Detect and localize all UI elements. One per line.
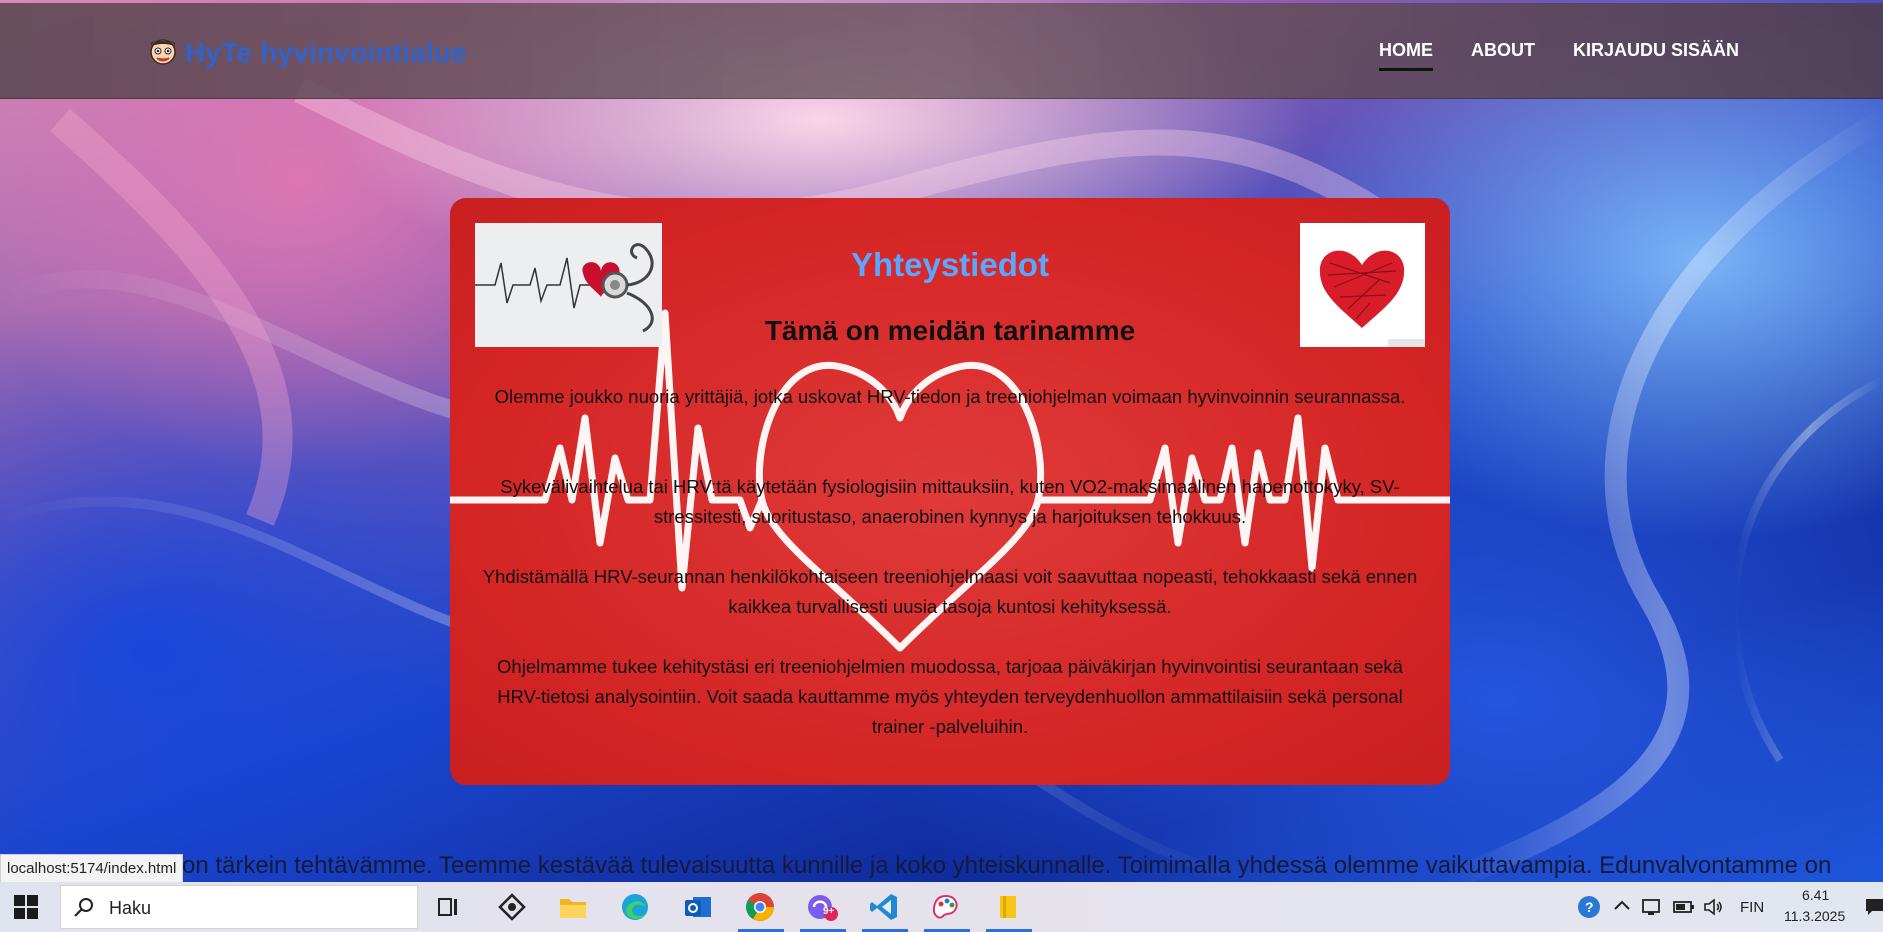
edge-icon[interactable] <box>618 890 652 924</box>
chrome-icon[interactable] <box>743 890 777 924</box>
scrolling-marquee-text: on tärkein tehtävämme. Teemme kestävää t… <box>182 852 1832 879</box>
top-navbar: HyTe hyvinvointialue HOME ABOUT KIRJAUDU… <box>0 3 1883 99</box>
notes-icon[interactable] <box>991 890 1025 924</box>
nav-links: HOME ABOUT KIRJAUDU SISÄÄN <box>1378 40 1739 71</box>
windows-taskbar: Haku 9+ ? FIN 6.41 11.3.2025 <box>0 882 1883 932</box>
nav-about-link[interactable]: ABOUT <box>1471 40 1535 61</box>
copilot-icon[interactable] <box>495 890 529 924</box>
task-view-icon[interactable] <box>431 890 465 924</box>
link-status-tooltip: localhost:5174/index.html <box>0 854 184 884</box>
notification-badge-count: 9+ <box>823 906 835 917</box>
windows-start-icon[interactable] <box>14 895 38 923</box>
nav-login-link[interactable]: KIRJAUDU SISÄÄN <box>1573 40 1739 61</box>
search-icon <box>73 897 95 923</box>
contact-card: Yhteystiedot Tämä on meidän tarinamme Ol… <box>450 198 1450 785</box>
chevron-up-icon[interactable] <box>1612 896 1632 916</box>
nav-home-link[interactable]: HOME <box>1378 40 1433 71</box>
battery-icon[interactable] <box>1672 895 1696 919</box>
card-title: Yhteystiedot <box>850 246 1050 283</box>
card-paragraph: Olemme joukko nuoria yrittäjiä, jotka us… <box>494 386 1406 407</box>
notification-center-icon[interactable] <box>1864 896 1883 918</box>
card-paragraph: Yhdistämällä HRV-seurannan henkilökohtai… <box>482 566 1418 617</box>
svg-text:?: ? <box>1585 899 1594 915</box>
brand-name: HyTe hyvinvointialue <box>185 37 467 68</box>
cartoon-face-icon <box>145 33 181 73</box>
vscode-icon[interactable] <box>867 890 901 924</box>
file-explorer-icon[interactable] <box>556 890 590 924</box>
clock-date[interactable]: 11.3.2025 <box>1784 908 1845 924</box>
card-paragraph: Sykevälivaihtelua tai HRV:tä käytetään f… <box>500 476 1400 527</box>
network-icon[interactable] <box>1640 895 1664 919</box>
brand-link[interactable]: HyTe hyvinvointialue <box>145 33 467 73</box>
card-subtitle: Tämä on meidän tarinamme <box>764 315 1136 346</box>
help-icon[interactable]: ? <box>1577 894 1603 920</box>
outlook-icon[interactable] <box>681 890 715 924</box>
volume-icon[interactable] <box>1702 895 1726 919</box>
paint-icon[interactable] <box>929 890 963 924</box>
language-indicator[interactable]: FIN <box>1740 899 1764 916</box>
search-placeholder: Haku <box>109 898 152 918</box>
taskbar-search-box[interactable]: Haku <box>60 885 418 929</box>
card-paragraph: Ohjelmamme tukee kehitystäsi eri treenio… <box>497 656 1403 737</box>
clock-time[interactable]: 6.41 <box>1802 887 1829 903</box>
